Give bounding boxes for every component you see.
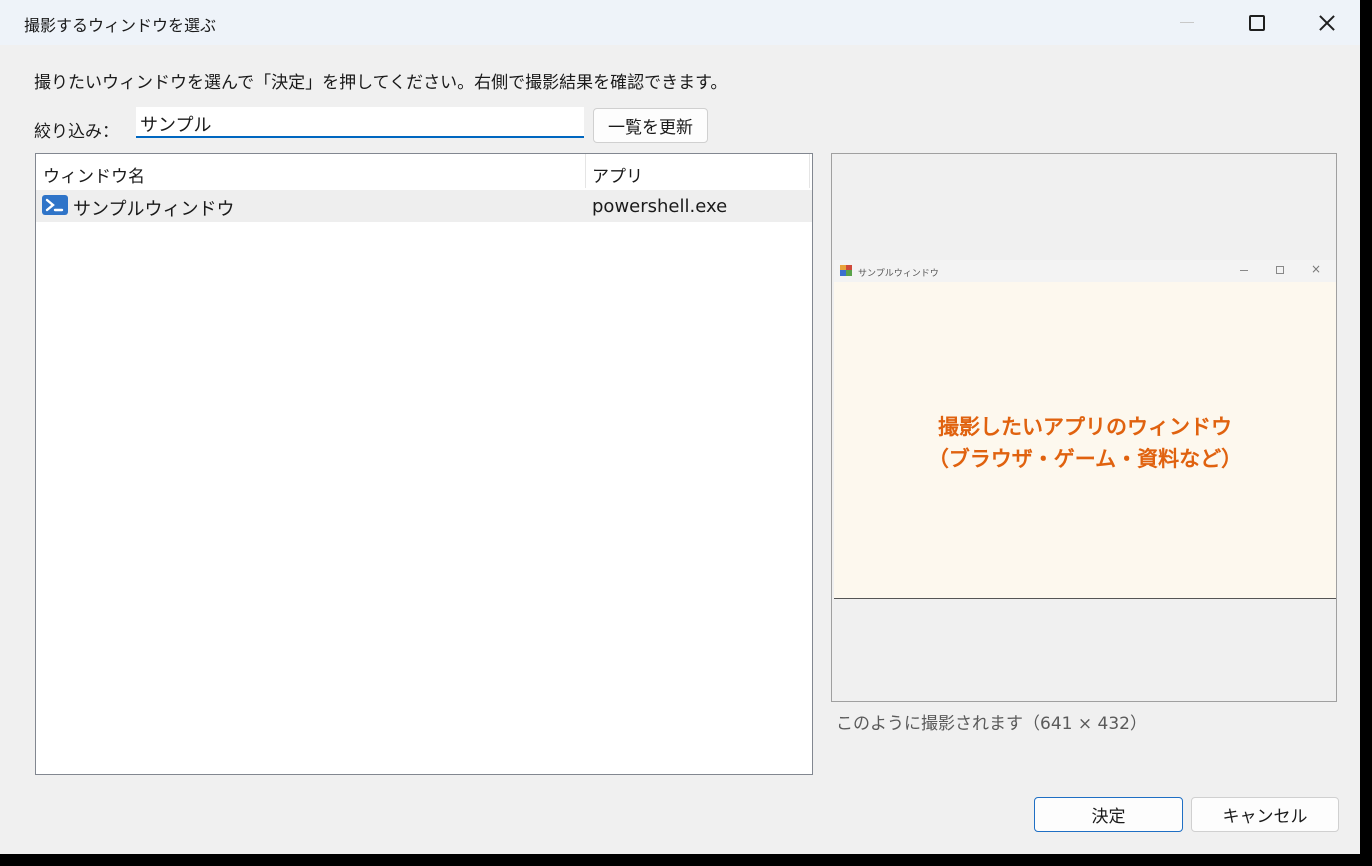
cancel-button[interactable]: キャンセル [1191, 797, 1339, 832]
list-header: ウィンドウ名 アプリ [36, 154, 812, 190]
column-header-app[interactable]: アプリ [592, 162, 643, 187]
powershell-icon [42, 195, 68, 215]
list-item[interactable]: サンプルウィンドウ powershell.exe [36, 190, 812, 222]
column-divider[interactable] [809, 154, 810, 188]
instruction-text: 撮りたいウィンドウを選んで「決定」を押してください。右側で撮影結果を確認できます… [34, 73, 728, 93]
close-button[interactable] [1291, 0, 1361, 45]
filter-label: 絞り込み： [34, 122, 119, 142]
maximize-button[interactable] [1221, 0, 1291, 45]
list-item-name: サンプルウィンドウ [73, 199, 235, 220]
capture-preview: サンプルウィンドウ × 撮影したいアプリのウィンドウ （ブラウザ・ゲーム・資料な… [831, 153, 1337, 702]
app-icon [840, 265, 852, 276]
refresh-list-button[interactable]: 一覧を更新 [593, 108, 708, 143]
window-title: 撮影するウィンドウを選ぶ [24, 16, 217, 35]
preview-text-line2: （ブラウザ・ゲーム・資料など） [927, 447, 1243, 471]
preview-window-content: 撮影したいアプリのウィンドウ （ブラウザ・ゲーム・資料など） [834, 282, 1336, 598]
window-list[interactable]: ウィンドウ名 アプリ サンプルウィンドウ powershell.exe [35, 153, 813, 775]
minimize-icon [1240, 270, 1248, 271]
filter-input[interactable] [136, 107, 584, 138]
dialog-window: 撮影するウィンドウを選ぶ 撮りたいウィンドウを選んで「決定」を押してください。右… [0, 0, 1360, 854]
column-header-window-name[interactable]: ウィンドウ名 [43, 162, 145, 187]
preview-text-line1: 撮影したいアプリのウィンドウ [938, 415, 1232, 439]
maximize-icon [1276, 266, 1284, 274]
column-divider[interactable] [585, 154, 586, 188]
preview-title-bar: サンプルウィンドウ × [834, 260, 1336, 282]
close-icon: × [1311, 262, 1322, 276]
capture-size-caption: このように撮影されます（641 × 432） [836, 714, 1147, 734]
title-bar[interactable]: 撮影するウィンドウを選ぶ [0, 0, 1360, 45]
preview-window-title: サンプルウィンドウ [858, 269, 939, 279]
ok-button[interactable]: 決定 [1034, 797, 1183, 832]
list-item-app: powershell.exe [592, 196, 728, 217]
minimize-button[interactable] [1151, 0, 1221, 45]
preview-window-image: サンプルウィンドウ × 撮影したいアプリのウィンドウ （ブラウザ・ゲーム・資料な… [834, 260, 1336, 599]
